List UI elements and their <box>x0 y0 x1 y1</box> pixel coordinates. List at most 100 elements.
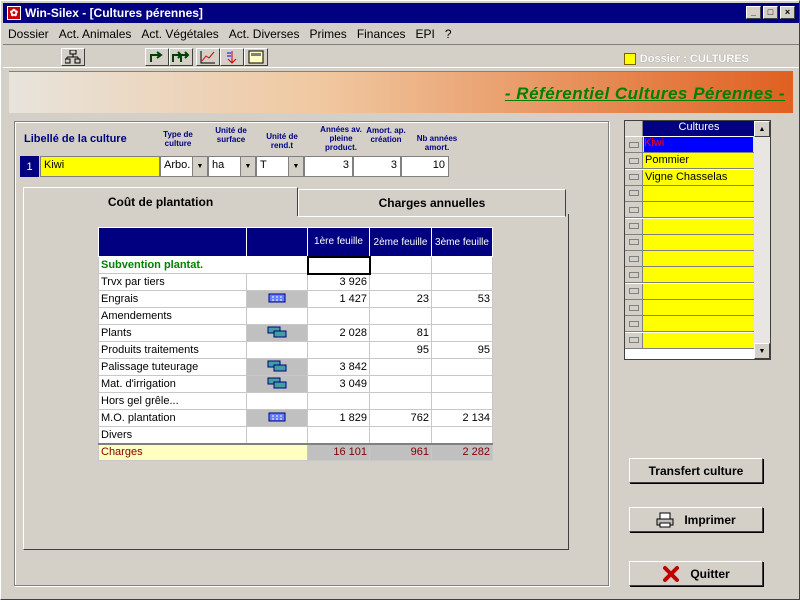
value-3eme-feuille[interactable]: 53 <box>431 290 493 308</box>
value-2eme-feuille[interactable] <box>369 358 432 376</box>
row-selector-icon[interactable] <box>625 218 643 234</box>
culture-type-select[interactable]: Arbo. ▼ <box>160 156 208 177</box>
value-3eme-feuille[interactable] <box>431 375 493 393</box>
sort-button[interactable] <box>220 48 244 66</box>
years-prod-input[interactable]: 3 <box>304 156 353 177</box>
amort-years-input[interactable]: 10 <box>401 156 449 177</box>
list-item[interactable]: Pommier <box>625 153 755 170</box>
subvention-input-3[interactable] <box>431 256 493 274</box>
value-1ere-feuille[interactable] <box>307 307 370 325</box>
dropdown-arrow-icon[interactable]: ▼ <box>192 157 207 176</box>
close-button[interactable]: × <box>780 6 795 19</box>
culture-name-input[interactable]: Kiwi <box>40 156 160 177</box>
value-2eme-feuille[interactable]: 95 <box>369 341 432 359</box>
value-1ere-feuille[interactable] <box>307 341 370 359</box>
subvention-input-2[interactable] <box>369 256 432 274</box>
value-3eme-feuille[interactable]: 2 134 <box>431 409 493 427</box>
row-selector-icon[interactable] <box>625 283 643 299</box>
maximize-button[interactable]: □ <box>763 6 778 19</box>
org-chart-button[interactable] <box>61 48 85 66</box>
value-1ere-feuille[interactable]: 3 842 <box>307 358 370 376</box>
minimize-button[interactable]: _ <box>746 6 761 19</box>
value-2eme-feuille[interactable] <box>369 273 432 291</box>
subvention-input-1[interactable] <box>306 255 371 275</box>
list-item[interactable] <box>625 218 755 235</box>
value-1ere-feuille[interactable]: 2 028 <box>307 324 370 342</box>
list-item[interactable]: Kiwi <box>625 137 755 153</box>
value-2eme-feuille[interactable]: 81 <box>369 324 432 342</box>
list-item[interactable] <box>625 234 755 251</box>
row-detail-button[interactable] <box>246 375 308 393</box>
value-3eme-feuille[interactable]: 95 <box>431 341 493 359</box>
imprimer-label: Imprimer <box>684 512 736 527</box>
list-item[interactable] <box>625 300 755 316</box>
row-detail-button[interactable] <box>246 358 308 376</box>
list-item[interactable] <box>625 316 755 333</box>
value-2eme-feuille[interactable] <box>369 375 432 393</box>
value-1ere-feuille[interactable] <box>307 392 370 410</box>
menu-act-vegetales[interactable]: Act. Végétales <box>136 27 223 41</box>
tab-cout-plantation[interactable]: Coût de plantation <box>23 187 298 216</box>
menu-epi[interactable]: EPI <box>411 27 440 41</box>
value-3eme-feuille[interactable] <box>431 358 493 376</box>
tab-charges-annuelles[interactable]: Charges annuelles <box>298 189 566 217</box>
value-3eme-feuille[interactable] <box>431 426 493 444</box>
value-2eme-feuille[interactable] <box>369 307 432 325</box>
row-selector-icon[interactable] <box>625 332 643 348</box>
row-selector-icon[interactable] <box>625 153 643 169</box>
value-2eme-feuille[interactable]: 762 <box>369 409 432 427</box>
rend-unit-select[interactable]: T ▼ <box>256 156 304 177</box>
amort-creation-input[interactable]: 3 <box>353 156 401 177</box>
forward-button[interactable] <box>145 48 169 66</box>
row-selector-icon[interactable] <box>625 234 643 250</box>
cultures-list-scrollbar[interactable]: ▲ ▼ <box>754 121 770 359</box>
menu-primes[interactable]: Primes <box>304 27 351 41</box>
row-selector-icon[interactable] <box>625 300 643 315</box>
row-selector-icon[interactable] <box>625 169 643 185</box>
list-item[interactable] <box>625 251 755 268</box>
transfert-culture-button[interactable]: Transfert culture <box>629 458 763 483</box>
row-selector-icon[interactable] <box>625 137 643 152</box>
value-1ere-feuille[interactable]: 1 427 <box>307 290 370 308</box>
value-3eme-feuille[interactable] <box>431 307 493 325</box>
value-3eme-feuille[interactable] <box>431 273 493 291</box>
list-item[interactable] <box>625 267 755 284</box>
dropdown-arrow-icon[interactable]: ▼ <box>240 157 255 176</box>
list-item[interactable] <box>625 202 755 219</box>
row-selector-icon[interactable] <box>625 251 643 267</box>
row-selector-icon[interactable] <box>625 185 643 201</box>
row-selector-icon[interactable] <box>625 316 643 332</box>
value-2eme-feuille[interactable] <box>369 426 432 444</box>
row-detail-button[interactable] <box>246 324 308 342</box>
value-3eme-feuille[interactable] <box>431 392 493 410</box>
menu-act-diverses[interactable]: Act. Diverses <box>224 27 305 41</box>
calculator-button[interactable] <box>244 48 268 66</box>
row-selector-icon[interactable] <box>625 267 643 283</box>
chart-button[interactable] <box>196 48 220 66</box>
list-item[interactable] <box>625 185 755 202</box>
row-selector-icon[interactable] <box>625 202 643 218</box>
row-detail-button[interactable] <box>246 409 308 427</box>
value-1ere-feuille[interactable]: 1 829 <box>307 409 370 427</box>
scroll-down-icon[interactable]: ▼ <box>754 343 770 359</box>
value-3eme-feuille[interactable] <box>431 324 493 342</box>
value-2eme-feuille[interactable] <box>369 392 432 410</box>
scroll-up-icon[interactable]: ▲ <box>754 121 770 137</box>
list-item[interactable] <box>625 283 755 300</box>
list-item[interactable] <box>625 332 755 349</box>
surface-unit-select[interactable]: ha ▼ <box>208 156 256 177</box>
dropdown-arrow-icon[interactable]: ▼ <box>288 157 303 176</box>
value-1ere-feuille[interactable] <box>307 426 370 444</box>
fast-forward-button[interactable] <box>169 48 193 66</box>
imprimer-button[interactable]: Imprimer <box>629 507 763 532</box>
row-detail-button[interactable] <box>246 290 308 308</box>
menu-act-animales[interactable]: Act. Animales <box>54 27 137 41</box>
value-2eme-feuille[interactable]: 23 <box>369 290 432 308</box>
quitter-button[interactable]: Quitter <box>629 561 763 586</box>
menu-finances[interactable]: Finances <box>352 27 411 41</box>
value-1ere-feuille[interactable]: 3 926 <box>307 273 370 291</box>
menu-help[interactable]: ? <box>440 27 457 41</box>
value-1ere-feuille[interactable]: 3 049 <box>307 375 370 393</box>
list-item[interactable]: Vigne Chasselas <box>625 169 755 186</box>
menu-dossier[interactable]: Dossier <box>3 27 54 41</box>
